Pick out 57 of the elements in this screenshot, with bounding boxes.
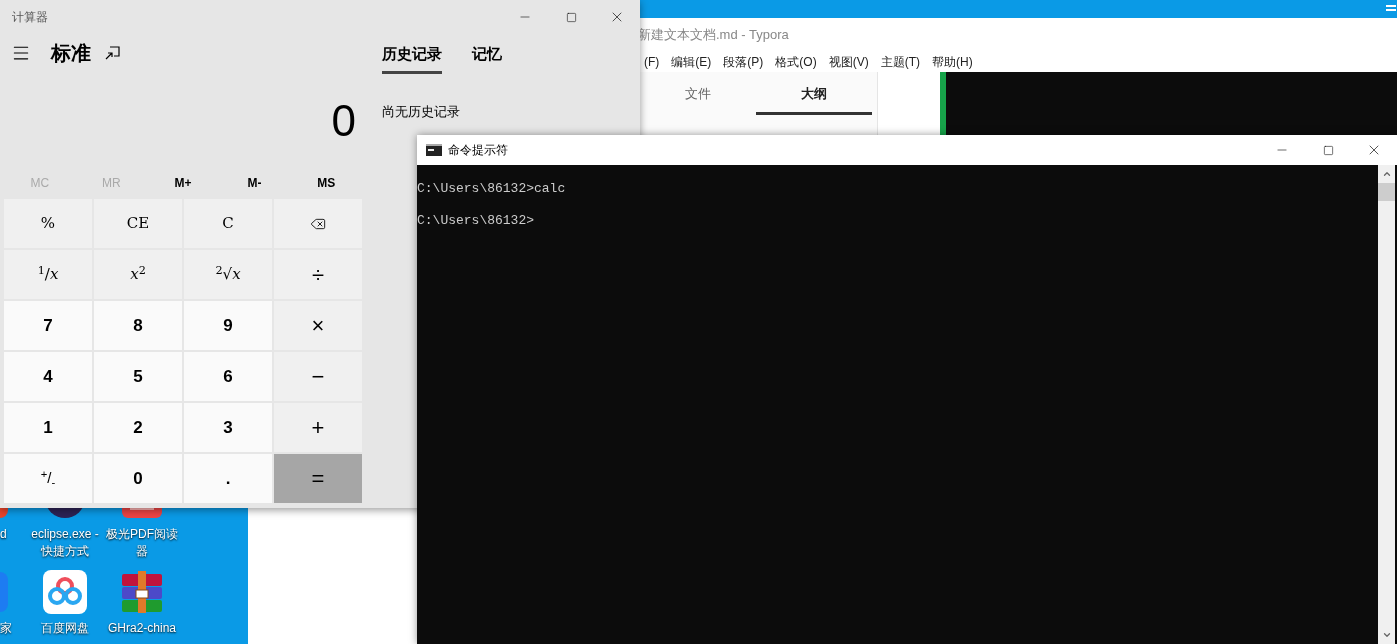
scrollbar[interactable]	[1378, 165, 1395, 644]
cloud-app-icon	[43, 570, 87, 614]
window-icon	[1386, 4, 1396, 14]
mode-title: 标准	[51, 41, 91, 66]
maximize-icon	[1322, 144, 1334, 156]
archive-icon	[120, 570, 164, 614]
digit-key[interactable]: 1	[4, 403, 92, 452]
function-key[interactable]: $^{2}$√x	[184, 250, 272, 299]
digit-key[interactable]: 7	[4, 301, 92, 350]
window-title: 计算器	[11, 9, 48, 26]
digit-key[interactable]: 0	[94, 454, 182, 503]
panel-tab[interactable]: 记忆	[472, 43, 502, 74]
menu-item[interactable]: 编辑(E)	[671, 53, 712, 71]
digit-key[interactable]: 6	[184, 352, 272, 401]
window-title: 新建文本文档.md - Typora	[638, 26, 789, 45]
digit-key[interactable]: 8	[94, 301, 182, 350]
digit-key[interactable]: 5	[94, 352, 182, 401]
backspace-key[interactable]	[274, 199, 362, 248]
sidebar-tab[interactable]: 文件	[640, 84, 756, 115]
operator-key[interactable]: ×	[274, 301, 362, 350]
digit-key[interactable]: 2	[94, 403, 182, 452]
menu-item[interactable]: 主题(T)	[880, 53, 920, 71]
equals-key[interactable]: =	[274, 454, 362, 503]
console-line: C:\Users\86132>	[417, 213, 536, 229]
history-message: 尚无历史记录	[382, 103, 461, 121]
operator-key[interactable]: +	[274, 403, 362, 452]
function-key[interactable]: x$^{2}$	[94, 250, 182, 299]
digit-key[interactable]: 9	[184, 301, 272, 350]
menu-item[interactable]: 段落(P)	[723, 53, 764, 71]
menu-item[interactable]: (F)	[644, 53, 660, 71]
digit-key[interactable]: .	[184, 454, 272, 503]
scroll-down-icon[interactable]	[1381, 630, 1392, 640]
function-key[interactable]: $^{1}$/x	[4, 250, 92, 299]
operator-key[interactable]: −	[274, 352, 362, 401]
memory-button[interactable]: M-	[218, 170, 291, 196]
scroll-thumb[interactable]	[1378, 183, 1395, 201]
window-title: 命令提示符	[448, 142, 508, 159]
terminal-icon	[426, 144, 442, 156]
menu-item[interactable]: 帮助(H)	[932, 53, 973, 71]
digit-key[interactable]: 3	[184, 403, 272, 452]
digit-key[interactable]: 4	[4, 352, 92, 401]
function-key[interactable]: CE	[94, 199, 182, 248]
maximize-icon	[565, 11, 577, 23]
menu-item[interactable]: 视图(V)	[828, 53, 869, 71]
console-line: C:\Users\86132>calc	[417, 181, 567, 197]
memory-button[interactable]: MS	[290, 170, 362, 196]
operator-key[interactable]: ÷	[274, 250, 362, 299]
scroll-up-icon[interactable]	[1381, 169, 1392, 179]
sign-key[interactable]: $^{+}$/$_{-}$	[4, 454, 92, 503]
calculator-display: 0	[331, 99, 356, 143]
menu-item[interactable]: 格式(O)	[775, 53, 817, 71]
keep-on-top-icon[interactable]	[105, 46, 120, 60]
panel-tab[interactable]: 历史记录	[382, 43, 442, 74]
function-key[interactable]: %	[4, 199, 92, 248]
function-key[interactable]: C	[184, 199, 272, 248]
sidebar-tab[interactable]: 大纲	[756, 84, 872, 115]
memory-button[interactable]: M+	[147, 170, 219, 196]
